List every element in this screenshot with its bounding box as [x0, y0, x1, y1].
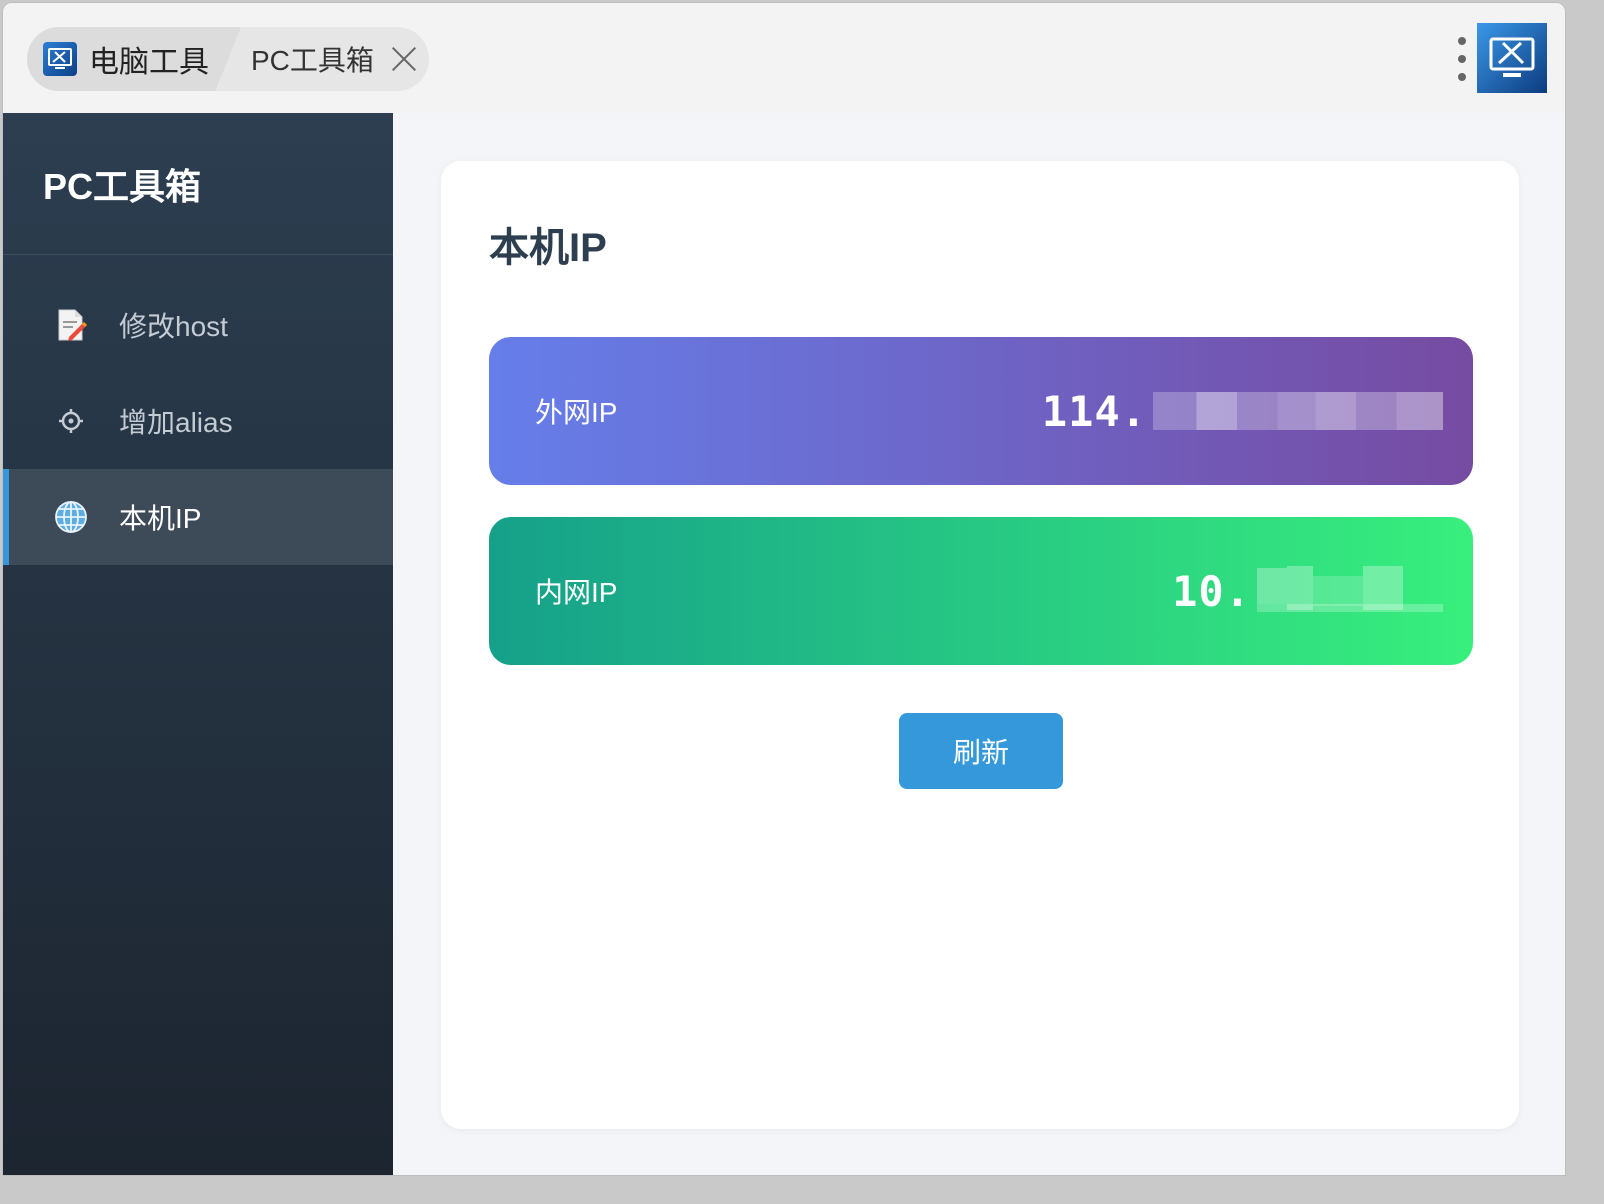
external-ip-value-wrap: 114.: [1042, 387, 1443, 436]
toolbox-app-icon-large[interactable]: [1477, 23, 1547, 93]
sidebar-item-local-ip[interactable]: 本机IP: [3, 469, 393, 565]
toolbox-app-icon: [43, 42, 77, 76]
external-ip-value: 114.: [1041, 386, 1147, 436]
app-window: 电脑工具 PC工具箱 PC工具箱 修改host 增加alias 本机IP 本机I…: [2, 2, 1566, 1176]
sidebar-item-label: 本机IP: [119, 503, 202, 534]
sidebar-title: PC工具箱: [3, 113, 393, 255]
more-options-icon[interactable]: [1455, 37, 1469, 81]
tab-group: 电脑工具 PC工具箱: [27, 27, 429, 91]
sidebar-item-add-alias[interactable]: 增加alias: [3, 373, 393, 469]
redacted-mask: [1153, 392, 1443, 430]
external-ip-label: 外网IP: [535, 397, 618, 428]
gear-icon: [53, 403, 89, 439]
internal-ip-value: 10.: [1172, 566, 1251, 616]
page-tab-label: PC工具箱: [251, 45, 374, 76]
external-ip-card: 外网IP 114.: [489, 337, 1473, 485]
page-title: 本机IP: [489, 226, 607, 270]
sidebar: PC工具箱 修改host 增加alias 本机IP: [3, 113, 393, 1175]
sidebar-item-label: 修改host: [119, 311, 228, 342]
internal-ip-value-wrap: 10.: [1172, 566, 1443, 616]
memo-icon: [53, 307, 89, 343]
app-tab-label: 电脑工具: [89, 46, 209, 79]
sidebar-item-modify-host[interactable]: 修改host: [3, 277, 393, 373]
main-content: 本机IP 外网IP 114. 内网IP 10. 刷新: [393, 113, 1565, 1175]
app-tab[interactable]: 电脑工具: [27, 27, 241, 91]
sidebar-nav: 修改host 增加alias 本机IP: [3, 277, 393, 565]
page-tab[interactable]: PC工具箱: [241, 39, 418, 79]
title-bar: 电脑工具 PC工具箱: [3, 3, 1565, 113]
globe-icon: [53, 499, 89, 535]
internal-ip-label: 内网IP: [535, 577, 618, 608]
refresh-button[interactable]: 刷新: [899, 713, 1063, 789]
internal-ip-card: 内网IP 10.: [489, 517, 1473, 665]
redacted-mask: [1257, 566, 1443, 616]
ip-panel: 本机IP 外网IP 114. 内网IP 10. 刷新: [441, 161, 1519, 1129]
close-icon[interactable]: [390, 45, 418, 73]
sidebar-item-label: 增加alias: [119, 407, 233, 438]
